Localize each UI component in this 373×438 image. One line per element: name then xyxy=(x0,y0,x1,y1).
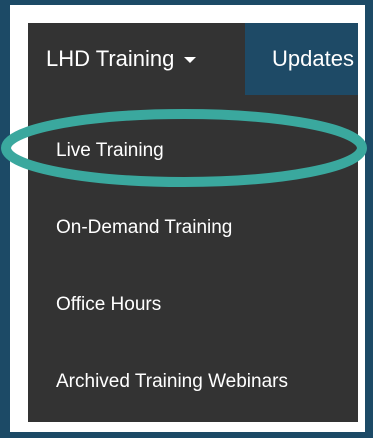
menu-item-archived-training-webinars[interactable]: Archived Training Webinars xyxy=(56,371,288,393)
nav-updates-link[interactable]: Updates xyxy=(245,23,358,95)
menu-item-on-demand-training[interactable]: On-Demand Training xyxy=(56,217,232,239)
nav-lhd-training-menu[interactable]: LHD Training xyxy=(28,23,245,95)
navbar: LHD Training Updates xyxy=(28,23,358,95)
nav-lhd-training-label: LHD Training xyxy=(46,46,175,71)
menu-item-live-training[interactable]: Live Training xyxy=(56,140,164,162)
caret-down-icon xyxy=(184,57,197,63)
dropdown-menu: Live Training On-Demand Training Office … xyxy=(28,95,358,422)
nav-updates-label: Updates xyxy=(272,46,354,71)
menu-item-office-hours[interactable]: Office Hours xyxy=(56,294,161,316)
